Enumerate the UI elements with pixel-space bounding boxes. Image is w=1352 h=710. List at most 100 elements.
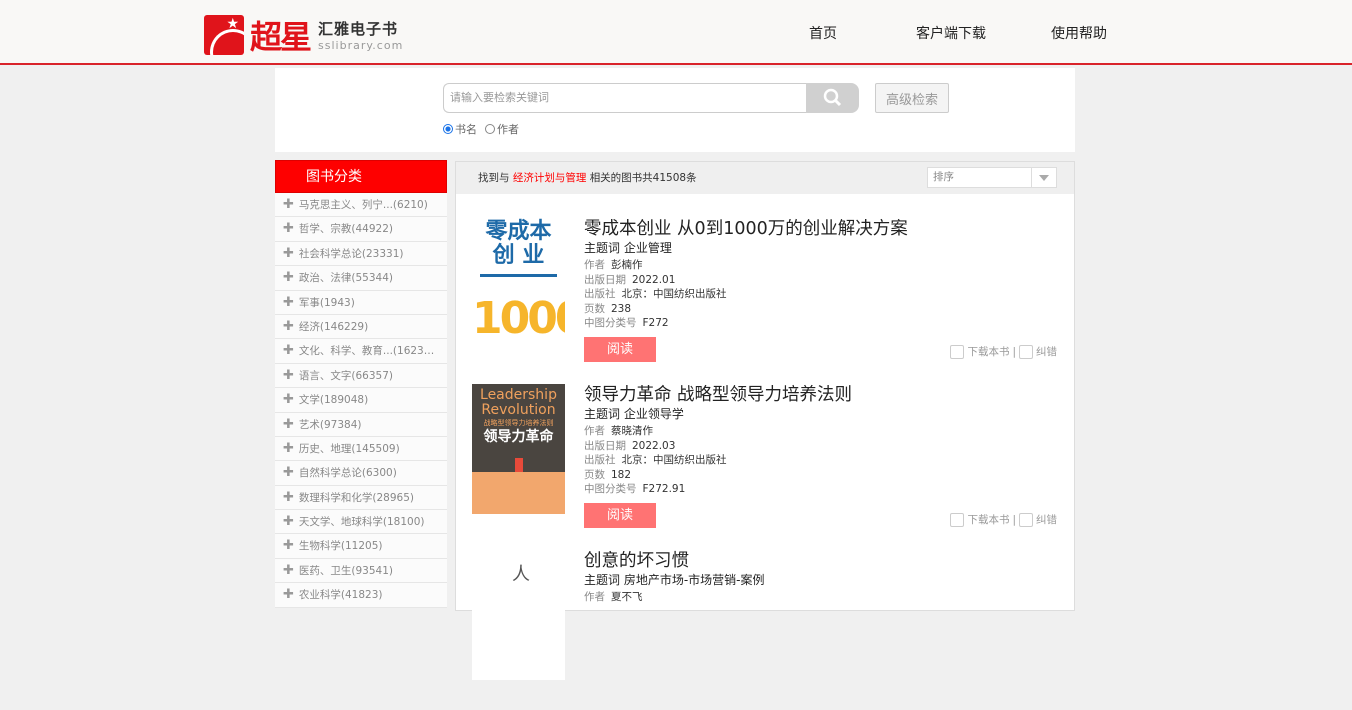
category-item[interactable]: ✚ 天文学、地球科学(18100) bbox=[275, 510, 447, 535]
book-subject: 房地产市场-市场营销-案例 bbox=[623, 573, 765, 587]
logo-url: sslibrary.com bbox=[318, 39, 404, 52]
book-clc: F272.91 bbox=[642, 483, 686, 495]
report-error-link[interactable]: 纠错 bbox=[1036, 344, 1057, 359]
read-button[interactable]: 阅读 bbox=[584, 502, 656, 528]
edit-icon bbox=[1019, 344, 1033, 359]
plus-icon: ✚ bbox=[283, 587, 294, 603]
category-item[interactable]: ✚ 医药、卫生(93541) bbox=[275, 558, 447, 584]
download-link[interactable]: 下载本书 bbox=[967, 512, 1009, 527]
category-item[interactable]: ✚ 军事(1943) bbox=[275, 290, 447, 315]
radio-label: 书名 bbox=[455, 123, 477, 136]
read-button[interactable]: 阅读 bbox=[584, 336, 656, 362]
nav-help[interactable]: 使用帮助 bbox=[1051, 23, 1107, 43]
category-label: 农业科学(41823) bbox=[298, 589, 383, 602]
logo-title: 汇雅电子书 bbox=[318, 20, 399, 38]
field-label: 出版社 bbox=[584, 454, 616, 466]
search-panel: 请输入要检索关键词 高级检索 书名 作者 bbox=[275, 68, 1075, 152]
book-title[interactable]: 领导力革命 战略型领导力培养法则 bbox=[584, 384, 852, 406]
category-item[interactable]: ✚ 马克思主义、列宁...(6210) bbox=[275, 193, 447, 218]
category-item[interactable]: ✚ 经济(146229) bbox=[275, 314, 447, 340]
category-item[interactable]: ✚ 数理科学和化学(28965) bbox=[275, 485, 447, 511]
category-label: 马克思主义、列宁...(6210) bbox=[298, 199, 428, 211]
category-label: 文化、科学、教育...(1623… bbox=[298, 345, 435, 358]
category-item[interactable]: ✚ 艺术(97384) bbox=[275, 412, 447, 437]
book-cover[interactable]: 零成本 创 业 1000 bbox=[472, 218, 565, 348]
cover-text: Revolution bbox=[481, 402, 556, 418]
field-label: 主题词 bbox=[584, 241, 621, 255]
radio-checked-icon bbox=[443, 124, 453, 134]
plus-icon: ✚ bbox=[283, 562, 294, 578]
book-author: 彭楠作 bbox=[611, 259, 643, 271]
download-icon bbox=[950, 344, 965, 359]
category-item[interactable]: ✚ 政治、法律(55344) bbox=[275, 266, 447, 291]
category-item[interactable]: ✚ 自然科学总论(6300) bbox=[275, 461, 447, 486]
field-label: 中图分类号 bbox=[584, 483, 637, 495]
category-item[interactable]: ✚ 文学(189048) bbox=[275, 388, 447, 413]
summary-prefix: 找到与 bbox=[478, 172, 510, 184]
category-item[interactable]: ✚ 历史、地理(145509) bbox=[275, 436, 447, 462]
field-label: 中图分类号 bbox=[584, 317, 637, 329]
search-icon bbox=[823, 88, 841, 107]
category-item[interactable]: ✚ 哲学、宗教(44922) bbox=[275, 217, 447, 242]
category-label: 政治、法律(55344) bbox=[298, 272, 394, 285]
sort-select[interactable]: 排序 bbox=[927, 167, 1057, 188]
logo-calligraphy: 超星 bbox=[250, 18, 312, 56]
book-cover[interactable]: Leadership Revolution 战略型领导力培养法则 领导力革命 bbox=[472, 384, 565, 514]
results-panel: 找到与 经济计划与管理 相关的图书共41508条 排序 零成本 创 业 1000… bbox=[455, 161, 1075, 680]
category-item[interactable]: ✚ 生物科学(11205) bbox=[275, 534, 447, 559]
field-label: 页数 bbox=[584, 302, 605, 315]
book-cover[interactable]: 人 bbox=[472, 550, 565, 680]
category-label: 天文学、地球科学(18100) bbox=[298, 516, 425, 529]
plus-icon: ✚ bbox=[283, 489, 294, 505]
plus-icon: ✚ bbox=[283, 465, 294, 481]
plus-icon: ✚ bbox=[283, 270, 294, 286]
site-header: 超星 汇雅电子书sslibrary.com 首页 客户端下载 使用帮助 bbox=[0, 0, 1352, 65]
book-item: 人 创意的坏习惯 主题词 房地产市场-市场营销-案例 作者 夏不飞 bbox=[472, 550, 1062, 710]
plus-icon: ✚ bbox=[283, 416, 294, 432]
category-label: 医药、卫生(93541) bbox=[298, 564, 394, 577]
plus-icon: ✚ bbox=[283, 392, 294, 408]
category-label: 哲学、宗教(44922) bbox=[298, 223, 394, 236]
nav-home[interactable]: 首页 bbox=[809, 23, 837, 43]
book-publisher: 北京：中国纺织出版社 bbox=[621, 288, 727, 300]
category-item[interactable]: ✚ 农业科学(41823) bbox=[275, 583, 447, 608]
plus-icon: ✚ bbox=[283, 245, 294, 261]
book-title[interactable]: 创意的坏习惯 bbox=[584, 550, 765, 572]
book-date: 2022.01 bbox=[632, 273, 676, 286]
book-publisher: 北京：中国纺织出版社 bbox=[621, 454, 727, 466]
category-item[interactable]: ✚ 文化、科学、教育...(1623… bbox=[275, 339, 447, 364]
radio-title[interactable]: 书名 bbox=[443, 121, 477, 137]
book-pages: 182 bbox=[611, 468, 632, 481]
category-label: 艺术(97384) bbox=[298, 418, 362, 431]
field-label: 页数 bbox=[584, 468, 605, 481]
cover-text: Leadership bbox=[480, 387, 557, 403]
search-input[interactable]: 请输入要检索关键词 bbox=[443, 83, 807, 113]
book-date: 2022.03 bbox=[632, 439, 676, 452]
plus-icon: ✚ bbox=[283, 318, 294, 334]
book-clc: F272 bbox=[642, 317, 669, 329]
category-label: 社会科学总论(23331) bbox=[298, 247, 404, 260]
search-button[interactable] bbox=[806, 83, 859, 113]
logo[interactable]: 超星 汇雅电子书sslibrary.com bbox=[204, 12, 403, 58]
field-label: 主题词 bbox=[584, 573, 621, 587]
book-subject: 企业管理 bbox=[623, 241, 672, 255]
cover-text: 战略型领导力培养法则 bbox=[483, 419, 554, 427]
category-label: 军事(1943) bbox=[298, 296, 355, 309]
book-title[interactable]: 零成本创业 从0到1000万的创业解决方案 bbox=[584, 218, 908, 240]
advanced-search-button[interactable]: 高级检索 bbox=[875, 83, 949, 113]
report-error-link[interactable]: 纠错 bbox=[1036, 512, 1057, 527]
sort-label: 排序 bbox=[933, 171, 954, 183]
field-label: 出版日期 bbox=[584, 273, 626, 286]
sidebar-title: 图书分类 bbox=[275, 160, 447, 193]
nav-client-download[interactable]: 客户端下载 bbox=[916, 23, 986, 43]
category-label: 生物科学(11205) bbox=[298, 540, 383, 553]
category-item[interactable]: ✚ 语言、文字(66357) bbox=[275, 363, 447, 389]
summary-count: 相关的图书共41508条 bbox=[589, 172, 697, 184]
field-label: 作者 bbox=[584, 259, 605, 271]
radio-author[interactable]: 作者 bbox=[485, 121, 519, 137]
plus-icon: ✚ bbox=[283, 440, 294, 456]
category-item[interactable]: ✚ 社会科学总论(23331) bbox=[275, 241, 447, 267]
download-link[interactable]: 下载本书 bbox=[967, 344, 1009, 359]
cover-text: 1000 bbox=[472, 293, 565, 344]
category-label: 文学(189048) bbox=[298, 394, 369, 407]
